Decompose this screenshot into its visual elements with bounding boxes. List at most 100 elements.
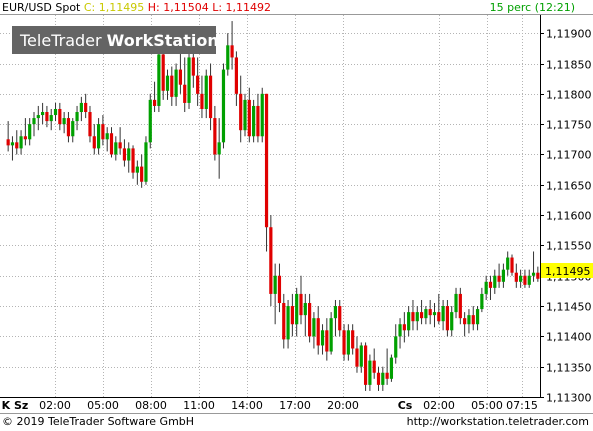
candle-body	[109, 133, 114, 155]
x-tick-label: 20:00	[327, 399, 359, 412]
candle-body	[92, 136, 96, 149]
candle-body	[329, 318, 333, 352]
candle-body	[385, 372, 389, 379]
candle-body	[170, 75, 174, 97]
candle-body	[407, 312, 411, 331]
y-tick-label: 1,11450	[546, 301, 592, 314]
candle-body	[303, 303, 307, 316]
website-link[interactable]: http://workstation.teletrader.com	[407, 415, 589, 428]
x-tick-label: 05:00	[471, 399, 503, 412]
price-chart[interactable]: 1,113001,113501,114001,114501,115001,115…	[0, 0, 593, 431]
candle-body	[398, 324, 402, 337]
candle-body	[394, 336, 398, 358]
last-price-label: 1,11495	[545, 265, 591, 278]
candle-body	[260, 93, 264, 137]
candle-body	[488, 281, 493, 288]
candle-body	[450, 312, 454, 331]
candle-body	[221, 69, 226, 143]
candle	[243, 93, 247, 137]
x-tick-label: 02:00	[39, 399, 71, 412]
candle-body	[208, 75, 213, 119]
y-tick-label: 1,11600	[546, 210, 592, 223]
x-tick-label: 05:00	[87, 399, 119, 412]
candle-body	[58, 108, 62, 125]
y-tick-label: 1,11900	[546, 28, 592, 41]
candle-body	[75, 112, 79, 122]
candle	[252, 99, 256, 143]
candle-body	[45, 112, 49, 122]
candle-body	[264, 93, 269, 228]
candle-body	[101, 124, 105, 140]
watermark-text-bold: WorkStation	[107, 31, 219, 50]
candle-body	[419, 312, 424, 319]
candle-body	[359, 345, 363, 367]
candle-body	[6, 139, 10, 146]
candle-body	[531, 272, 536, 276]
candle	[144, 136, 148, 185]
candle-body	[19, 136, 23, 149]
candle-body	[49, 115, 53, 122]
candle-body	[458, 293, 462, 319]
candle-body	[290, 306, 294, 325]
candle-body	[432, 312, 437, 316]
candle-body	[157, 54, 161, 106]
candle-body	[243, 99, 247, 131]
x-tick-label: 11:00	[183, 399, 215, 412]
y-tick-label: 1,11750	[546, 119, 592, 132]
candle-body	[140, 166, 144, 182]
candle-body	[355, 348, 359, 367]
candle-body	[519, 275, 523, 282]
candle	[269, 215, 273, 307]
candle-body	[152, 99, 157, 106]
x-tick-label: 02:00	[423, 399, 455, 412]
candle-body	[217, 142, 221, 155]
candle-body	[316, 318, 320, 346]
candle-body	[506, 257, 510, 270]
candle-body	[282, 303, 286, 340]
candle-body	[320, 330, 325, 346]
candle-body	[389, 357, 394, 379]
candle-body	[122, 148, 127, 161]
candle-body	[467, 315, 471, 325]
candle-body	[71, 121, 75, 137]
chart-header: EUR/USD Spot C: 1,11495 H: 1,11504 L: 1,…	[2, 1, 271, 14]
candle-body	[497, 275, 501, 282]
candle-body	[234, 57, 238, 94]
candle-body	[376, 372, 381, 385]
candle-body	[165, 75, 170, 91]
candle	[148, 93, 152, 149]
candle-body	[36, 115, 40, 119]
candle-body	[312, 318, 316, 337]
candle-body	[484, 281, 488, 294]
candle-body	[114, 142, 118, 155]
copyright-text: © 2019 TeleTrader Software GmbH	[2, 415, 195, 428]
interval-label: 15 perc (12:21)	[489, 1, 575, 14]
candle-body	[286, 306, 290, 340]
x-tick-label: 07:15	[506, 399, 538, 412]
candle-body	[523, 275, 527, 285]
x-tick-label: 08:00	[135, 399, 167, 412]
candle-body	[346, 330, 350, 355]
candle-body	[402, 324, 406, 331]
candle-body	[96, 124, 101, 149]
candle-body	[144, 142, 148, 182]
candle-body	[256, 105, 260, 137]
candle-body	[372, 360, 376, 373]
chart-window: 1,113001,113501,114001,114501,115001,115…	[0, 0, 593, 431]
candle-body	[475, 309, 480, 325]
candle-body	[514, 272, 518, 282]
candle-body	[368, 360, 372, 385]
high-label: H: 1,11504	[147, 1, 209, 14]
candle	[187, 51, 191, 109]
candle-body	[15, 142, 19, 149]
candle-body	[32, 118, 36, 125]
candle-body	[183, 84, 187, 103]
candle-body	[428, 309, 432, 316]
x-tick-label: K Sz	[2, 399, 29, 412]
x-tick-label: 14:00	[231, 399, 263, 412]
candle-body	[230, 45, 234, 58]
candle-body	[277, 275, 282, 304]
candle-body	[510, 257, 514, 273]
candle-body	[299, 293, 303, 316]
candle-body	[191, 57, 195, 76]
